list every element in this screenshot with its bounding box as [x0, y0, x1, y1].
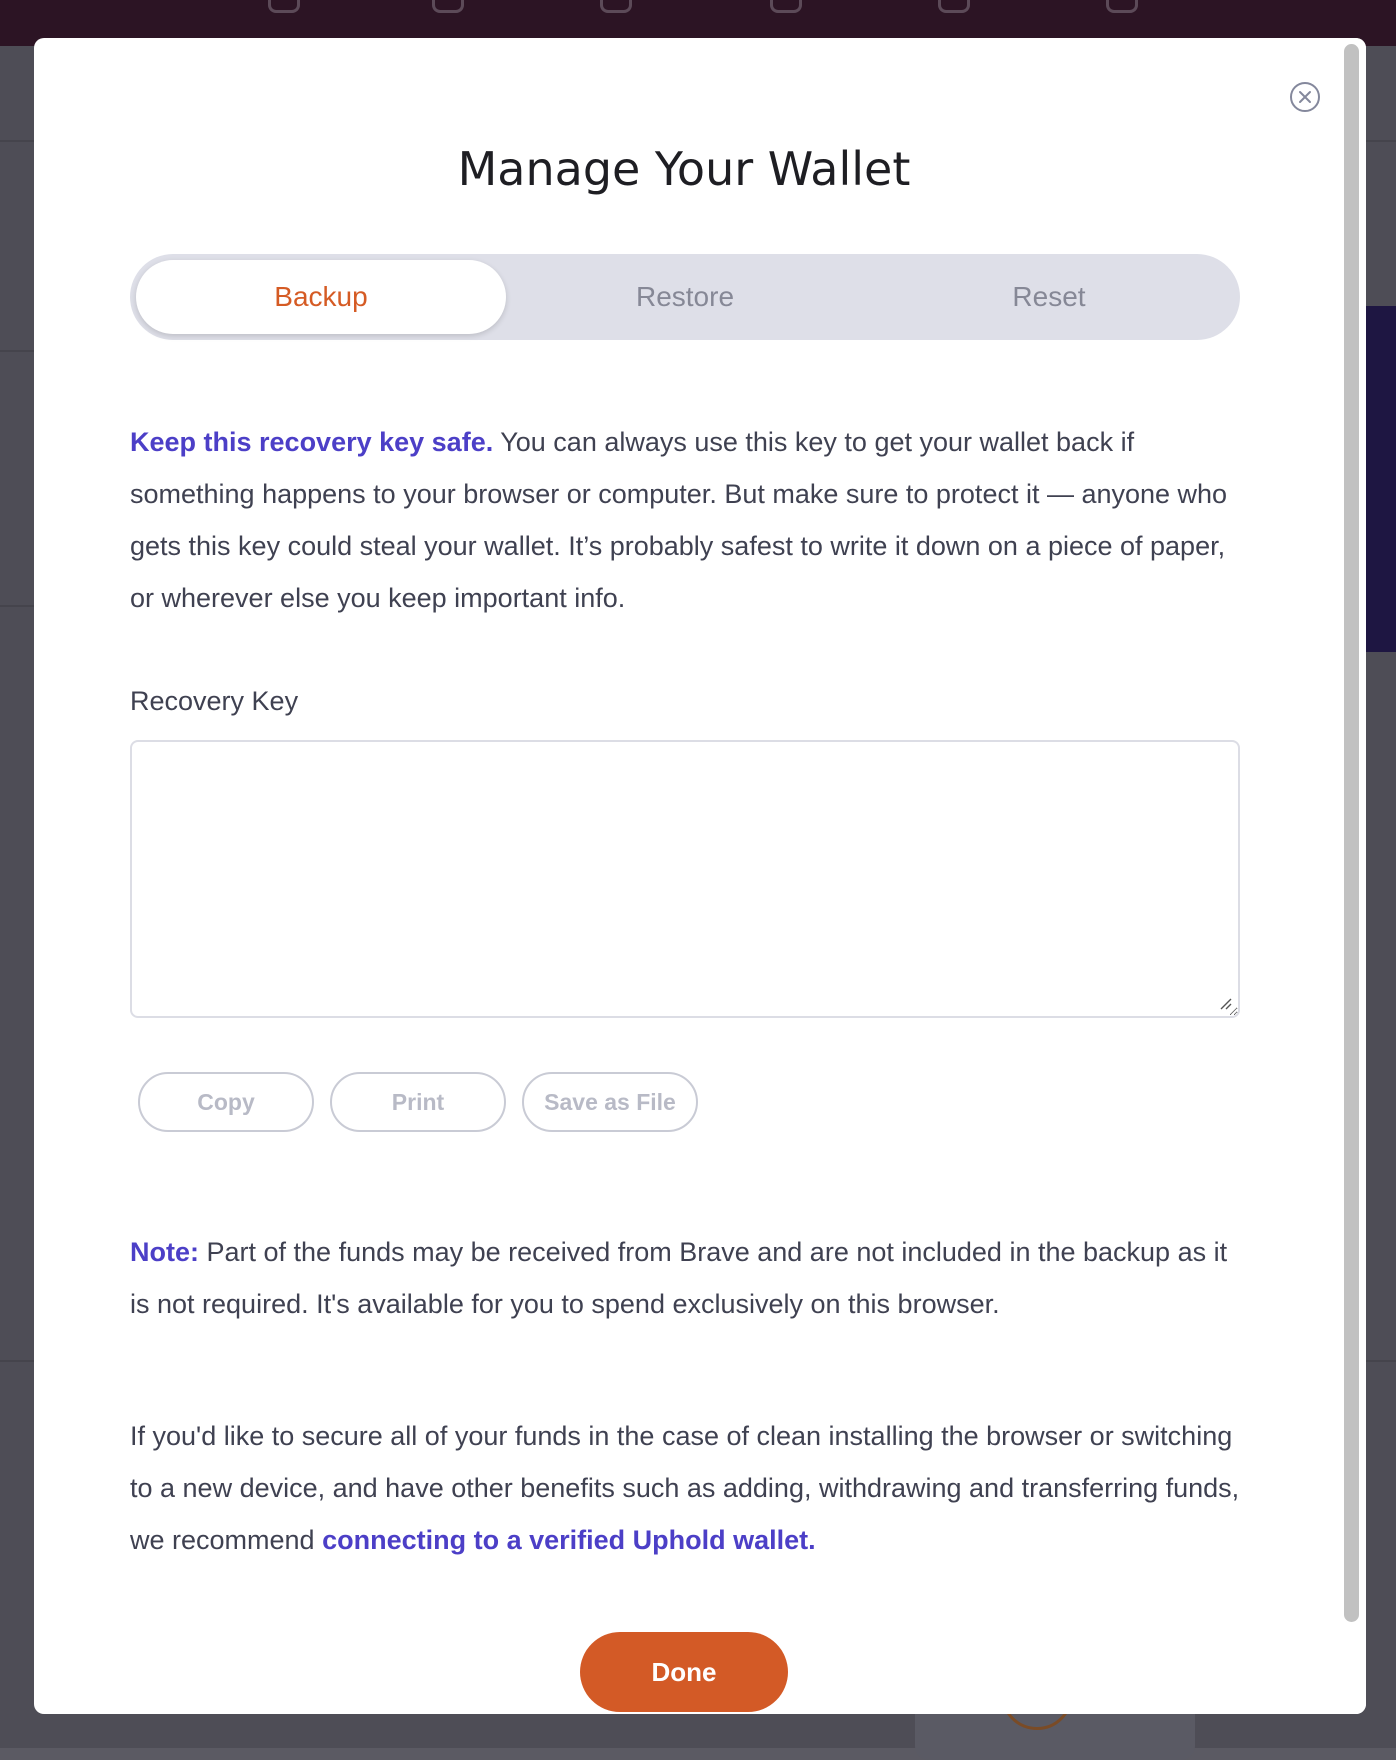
- background-nav-icon: [600, 0, 632, 13]
- background-nav-icon: [770, 0, 802, 13]
- recovery-key-field[interactable]: [130, 740, 1240, 1018]
- background-balance-card: [1366, 306, 1396, 652]
- background-nav-icon: [432, 0, 464, 13]
- note-text: Part of the funds may be received from B…: [130, 1237, 1228, 1319]
- wallet-tabs: Backup Restore Reset: [130, 254, 1240, 340]
- resize-grip-icon[interactable]: [1217, 995, 1233, 1011]
- modal-title: Manage Your Wallet: [457, 142, 911, 196]
- background-nav-icon: [938, 0, 970, 13]
- uphold-link[interactable]: connecting to a verified Uphold wallet.: [322, 1525, 816, 1555]
- tab-restore[interactable]: Restore: [500, 260, 870, 334]
- note-label: Note:: [130, 1237, 199, 1267]
- done-button[interactable]: Done: [580, 1632, 788, 1712]
- recovery-key-label: Recovery Key: [130, 686, 299, 716]
- close-button[interactable]: [1290, 82, 1320, 112]
- print-button[interactable]: Print: [330, 1072, 506, 1132]
- scrollbar-thumb[interactable]: [1344, 44, 1359, 1622]
- scrollbar-track[interactable]: [1336, 38, 1366, 1714]
- background-nav-icon: [1106, 0, 1138, 13]
- background-nav-icon: [268, 0, 300, 13]
- close-icon: [1299, 91, 1311, 103]
- copy-button[interactable]: Copy: [138, 1072, 314, 1132]
- manage-wallet-modal: Manage Your Wallet Backup Restore Reset …: [34, 38, 1366, 1714]
- backup-note: Note: Part of the funds may be received …: [130, 1226, 1240, 1330]
- backup-intro: Keep this recovery key safe. You can alw…: [130, 416, 1240, 624]
- save-as-file-button[interactable]: Save as File: [522, 1072, 698, 1132]
- intro-emphasis: Keep this recovery key safe.: [130, 427, 494, 457]
- tab-reset[interactable]: Reset: [864, 260, 1234, 334]
- tab-backup[interactable]: Backup: [136, 260, 506, 334]
- uphold-recommendation: If you'd like to secure all of your fund…: [130, 1410, 1240, 1566]
